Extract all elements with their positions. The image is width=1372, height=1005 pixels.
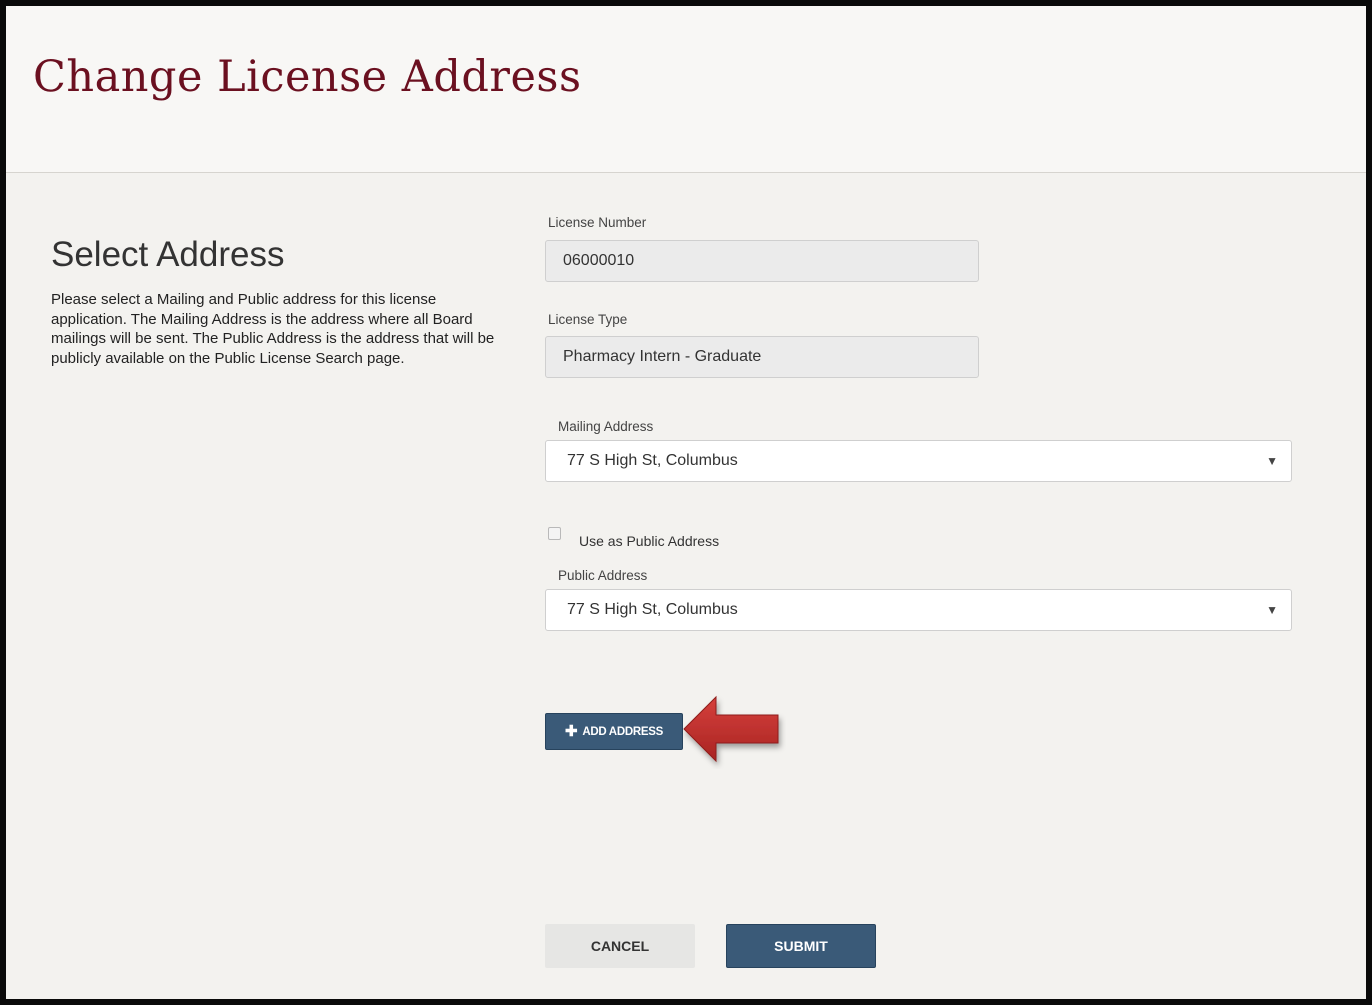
section-title: Select Address (51, 235, 285, 274)
section-description: Please select a Mailing and Public addre… (51, 291, 495, 367)
cancel-button[interactable]: CANCEL (545, 924, 695, 968)
arrow-left-icon (683, 695, 779, 763)
public-address-label: Public Address (558, 568, 648, 583)
public-address-value: 77 S High St, Columbus (567, 601, 738, 618)
mailing-address-value: 77 S High St, Columbus (567, 452, 738, 469)
public-address-select[interactable]: 77 S High St, Columbus ▼ (545, 589, 1292, 631)
page-header: Change License Address (6, 6, 1366, 173)
page-title: Change License Address (33, 52, 582, 102)
license-type-value: Pharmacy Intern - Graduate (563, 348, 762, 365)
mailing-address-label: Mailing Address (558, 419, 654, 434)
submit-button[interactable]: SUBMIT (726, 924, 876, 968)
add-address-label: ADD ADDRESS (582, 725, 663, 738)
add-address-button[interactable]: ✚ ADD ADDRESS (545, 713, 683, 750)
plus-icon: ✚ (565, 723, 578, 740)
use-as-public-checkbox[interactable] (548, 527, 561, 540)
caret-down-icon: ▼ (1266, 454, 1278, 468)
license-number-label: License Number (548, 215, 647, 230)
use-as-public-label: Use as Public Address (579, 533, 720, 549)
page-frame: Change License Address Select Address Pl… (0, 0, 1372, 1005)
caret-down-icon: ▼ (1266, 603, 1278, 617)
mailing-address-select[interactable]: 77 S High St, Columbus ▼ (545, 440, 1292, 482)
license-number-value: 06000010 (563, 252, 635, 269)
license-type-field: Pharmacy Intern - Graduate (545, 336, 979, 378)
license-type-label: License Type (548, 312, 628, 327)
license-number-field: 06000010 (545, 240, 979, 282)
